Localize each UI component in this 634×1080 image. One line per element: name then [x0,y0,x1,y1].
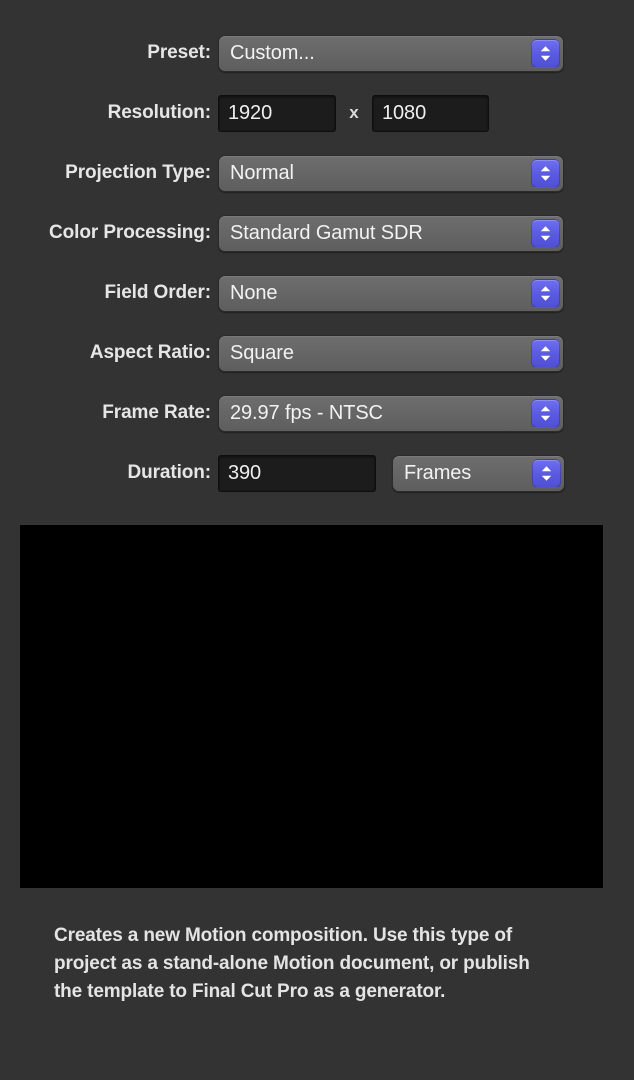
preset-value: Custom... [230,41,315,64]
aspect-ratio-row: Aspect Ratio: Square [0,333,634,373]
duration-row: Duration: 390 Frames [0,453,634,493]
preset-popup-button[interactable]: Custom... [218,34,564,72]
project-preview-thumbnail [20,525,603,888]
field-order-row: Field Order: None [0,273,634,313]
resolution-height-input[interactable]: 1080 [372,94,489,132]
chevron-up-down-icon[interactable] [531,278,560,308]
chevron-up-down-icon[interactable] [531,398,560,428]
project-settings-panel: Preset: Custom... Resolution: 1920 x 108… [0,0,634,1080]
resolution-row: Resolution: 1920 x 1080 [0,93,634,133]
field-order-value: None [230,281,278,304]
duration-input[interactable]: 390 [218,454,376,492]
chevron-up-down-icon[interactable] [531,218,560,248]
projection-type-popup-button[interactable]: Normal [218,154,564,192]
frame-rate-row: Frame Rate: 29.97 fps - NTSC [0,393,634,433]
chevron-up-down-icon[interactable] [531,158,560,188]
resolution-separator: x [349,103,359,122]
chevron-up-down-icon[interactable] [532,458,561,488]
projection-type-value: Normal [230,161,294,184]
resolution-width-value: 1920 [228,101,273,124]
projection-type-label: Projection Type: [65,162,211,183]
aspect-ratio-value: Square [230,341,294,364]
frame-rate-label: Frame Rate: [102,402,211,423]
resolution-height-value: 1080 [382,101,427,124]
color-processing-label: Color Processing: [49,222,211,243]
project-description-text: Creates a new Motion composition. Use th… [54,925,530,1002]
resolution-width-input[interactable]: 1920 [218,94,336,132]
preset-row: Preset: Custom... [0,33,634,73]
duration-unit-popup-button[interactable]: Frames [392,454,565,492]
aspect-ratio-label: Aspect Ratio: [89,342,211,363]
color-processing-value: Standard Gamut SDR [230,221,423,244]
preset-label: Preset: [147,42,211,63]
chevron-up-down-icon[interactable] [531,38,560,68]
aspect-ratio-popup-button[interactable]: Square [218,334,564,372]
duration-unit-value: Frames [404,461,472,484]
color-processing-popup-button[interactable]: Standard Gamut SDR [218,214,564,252]
chevron-up-down-icon[interactable] [531,338,560,368]
resolution-label: Resolution: [107,102,212,123]
duration-value: 390 [228,461,262,484]
field-order-label: Field Order: [104,282,212,303]
projection-type-row: Projection Type: Normal [0,153,634,193]
duration-label: Duration: [127,462,211,483]
frame-rate-popup-button[interactable]: 29.97 fps - NTSC [218,394,564,432]
color-processing-row: Color Processing: Standard Gamut SDR [0,213,634,253]
frame-rate-value: 29.97 fps - NTSC [230,401,383,424]
field-order-popup-button[interactable]: None [218,274,564,312]
